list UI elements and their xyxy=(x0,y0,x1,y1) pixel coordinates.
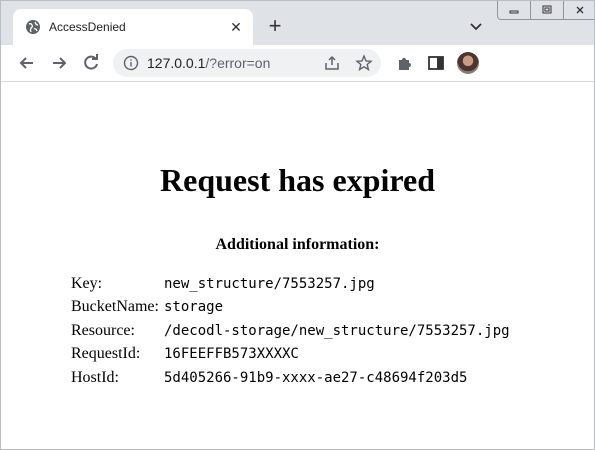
browser-window: AccessDenied ✕ + 127.0.0.1/?error=on Req… xyxy=(0,0,595,450)
share-icon[interactable] xyxy=(323,54,341,72)
minimize-icon[interactable] xyxy=(498,1,531,19)
info-value: storage xyxy=(164,299,224,316)
info-label: RequestId: xyxy=(71,345,141,363)
url-text[interactable]: 127.0.0.1/?error=on xyxy=(147,55,270,71)
info-label: HostId: xyxy=(71,368,119,386)
close-window-icon[interactable] xyxy=(564,1,594,19)
info-table: Key: new_structure/7553257.jpg BucketNam… xyxy=(71,272,510,390)
window-controls xyxy=(497,1,594,20)
tab-active[interactable]: AccessDenied ✕ xyxy=(13,9,253,45)
info-label: BucketName: xyxy=(71,298,159,316)
url-host: 127.0.0.1 xyxy=(147,55,206,71)
info-icon[interactable] xyxy=(123,55,139,71)
chevron-down-icon[interactable] xyxy=(467,17,485,35)
tab-strip: AccessDenied ✕ + xyxy=(1,1,594,45)
info-row-bucketname: BucketName: storage xyxy=(71,296,510,320)
info-row-requestid: RequestId: 16FEEFFB573XXXXC xyxy=(71,343,510,367)
info-value: 5d405266-91b9-xxxx-ae27-c48694f203d5 xyxy=(164,369,468,386)
side-panel-icon[interactable] xyxy=(426,53,446,73)
browser-toolbar: 127.0.0.1/?error=on xyxy=(1,45,594,82)
profile-avatar[interactable] xyxy=(457,52,479,74)
info-value: 16FEEFFB573XXXXC xyxy=(164,346,299,363)
new-tab-icon[interactable]: + xyxy=(263,15,287,39)
back-arrow-icon[interactable] xyxy=(17,53,37,73)
reload-icon[interactable] xyxy=(81,53,101,73)
info-value: new_structure/7553257.jpg xyxy=(164,275,375,292)
star-icon[interactable] xyxy=(355,54,373,72)
close-tab-icon[interactable]: ✕ xyxy=(227,18,245,36)
info-label: Key: xyxy=(71,274,103,292)
address-bar[interactable]: 127.0.0.1/?error=on xyxy=(113,49,381,77)
globe-icon xyxy=(26,20,40,34)
extensions-puzzle-icon[interactable] xyxy=(395,53,415,73)
info-row-resource: Resource: /decodl-storage/new_structure/… xyxy=(71,319,510,343)
info-label: Resource: xyxy=(71,321,135,339)
forward-arrow-icon[interactable] xyxy=(49,53,69,73)
page-content: Request has expired Additional informati… xyxy=(1,82,594,449)
info-value: /decodl-storage/new_structure/7553257.jp… xyxy=(164,322,510,339)
info-row-hostid: HostId: 5d405266-91b9-xxxx-ae27-c48694f2… xyxy=(71,366,510,390)
info-row-key: Key: new_structure/7553257.jpg xyxy=(71,272,510,296)
restore-icon[interactable] xyxy=(531,1,564,19)
url-path: /?error=on xyxy=(205,55,271,71)
page-title: Request has expired xyxy=(160,162,435,198)
additional-info-heading: Additional information: xyxy=(215,236,380,253)
tab-title: AccessDenied xyxy=(49,20,126,34)
